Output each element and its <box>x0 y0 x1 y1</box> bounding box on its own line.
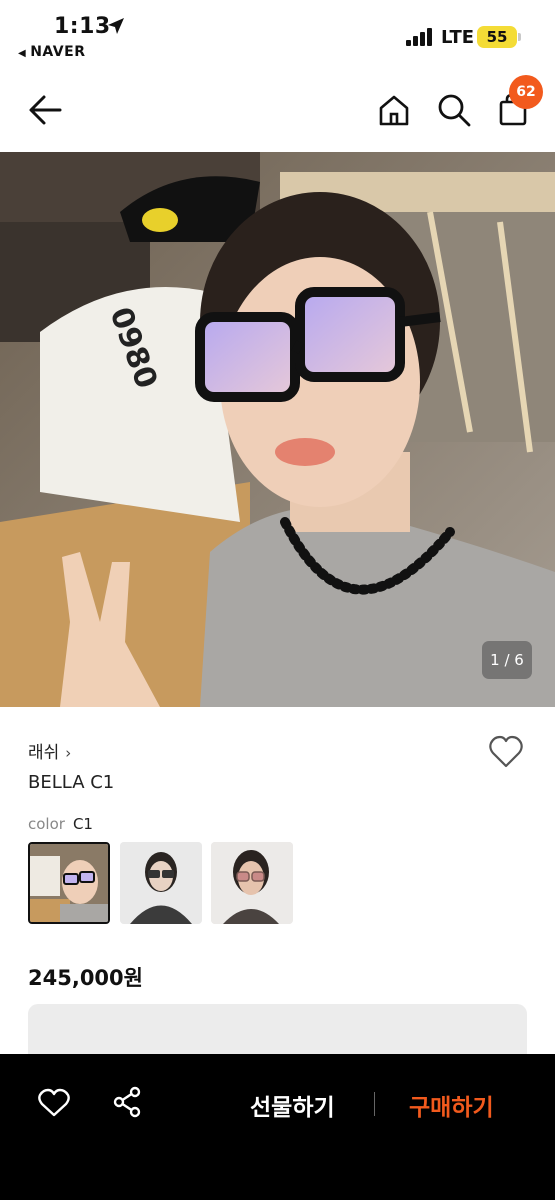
product-name: BELLA C1 <box>28 772 115 793</box>
swatch-thumbnail-2 <box>120 842 202 924</box>
battery-icon: 55 <box>477 26 517 48</box>
swatch-thumbnail-3 <box>211 842 293 924</box>
share-icon[interactable] <box>112 1086 142 1118</box>
action-divider <box>374 1092 375 1116</box>
back-triangle-icon: ◀ <box>18 48 27 59</box>
location-arrow-icon <box>108 18 124 34</box>
brand-name: 래쉬 <box>28 743 60 763</box>
bottom-action-bar: 선물하기 구매하기 <box>0 1054 555 1200</box>
color-value: C1 <box>72 815 93 833</box>
top-nav <box>0 70 555 152</box>
product-photo[interactable]: 0980 <box>0 152 555 707</box>
brand-link[interactable]: 래쉬 › <box>28 738 71 763</box>
back-arrow-icon[interactable] <box>26 92 64 128</box>
photo-counter: 1 / 6 <box>482 641 532 679</box>
color-label: color <box>28 815 65 833</box>
signal-icon <box>406 28 432 46</box>
product-page: 1:13 ◀ NAVER LTE 55 62 0980 1 / 6 래쉬 › B… <box>0 0 555 1200</box>
back-app-label: NAVER <box>30 44 86 60</box>
home-icon[interactable] <box>376 92 412 128</box>
status-time: 1:13 <box>54 14 111 39</box>
buy-button[interactable]: 구매하기 <box>409 1088 494 1122</box>
color-row: color C1 <box>28 815 93 833</box>
color-swatch-3[interactable] <box>211 842 293 924</box>
battery-nub <box>518 33 521 41</box>
gift-button[interactable]: 선물하기 <box>250 1088 335 1122</box>
product-photo-illustration: 0980 <box>0 152 555 707</box>
cart-count-badge: 62 <box>509 75 543 109</box>
product-price: 245,000원 <box>28 966 143 990</box>
status-bar: 1:13 ◀ NAVER LTE 55 <box>0 0 555 70</box>
search-icon[interactable] <box>436 92 472 128</box>
color-swatch-1[interactable] <box>28 842 110 924</box>
chevron-right-icon: › <box>65 744 72 762</box>
network-type: LTE <box>441 27 475 48</box>
wishlist-heart-icon[interactable] <box>488 735 524 769</box>
bottom-heart-icon[interactable] <box>38 1088 70 1118</box>
back-to-app-link[interactable]: ◀ NAVER <box>18 44 85 60</box>
color-swatch-2[interactable] <box>120 842 202 924</box>
swatch-thumbnail-1 <box>30 844 108 922</box>
